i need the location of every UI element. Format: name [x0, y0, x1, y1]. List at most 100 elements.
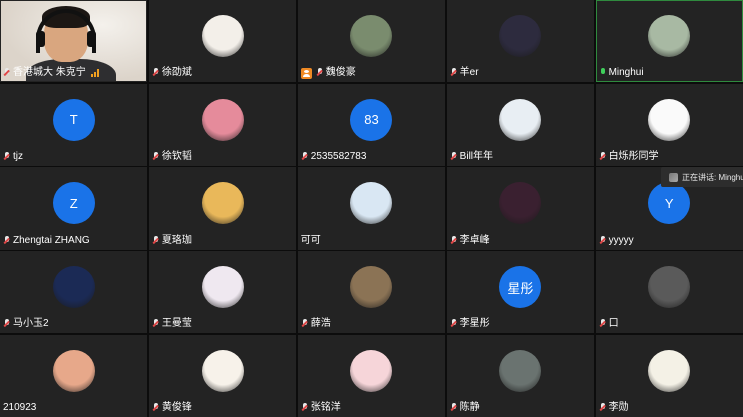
participant-name-bar: 可可 — [301, 234, 321, 248]
participant-tile[interactable]: 黄俊锋 — [148, 334, 297, 417]
participant-name: 李星彤 — [459, 318, 490, 330]
woman-cartoon-avatar — [201, 15, 244, 57]
participant-name-bar: Zhengtai ZHANG — [3, 234, 90, 248]
balloons-avatar — [52, 349, 95, 392]
participant-tile[interactable]: Minghui — [595, 0, 743, 83]
participant-name: 王曼莹 — [161, 318, 192, 330]
participant-name-bar: 210923 — [3, 401, 36, 415]
participant-name: 可可 — [300, 234, 321, 246]
letter-avatar: Z — [52, 182, 95, 225]
participant-name-bar: 徐劭斌 — [152, 66, 192, 80]
participant-name: 香港城大 朱克宁 — [13, 67, 86, 79]
letter-avatar: 星彤 — [499, 266, 542, 309]
anime-girl-avatar — [201, 182, 244, 225]
participant-tile[interactable]: Ttjz — [0, 83, 148, 166]
participant-tile[interactable]: 陈静 — [446, 334, 595, 417]
participant-name-bar: 夏珞珈 — [152, 234, 192, 248]
participant-tile[interactable]: Z Zhengtai ZHANG — [0, 167, 148, 250]
participant-name-bar: 李卓峰 — [450, 234, 490, 248]
participant-tile[interactable]: 香港城大 朱克宁 — [0, 0, 148, 83]
participant-name-bar: yyyyy — [599, 234, 634, 248]
participant-name: 李勋 — [608, 401, 629, 413]
blue-abstract-avatar — [52, 266, 95, 309]
participant-tile[interactable]: 可可 — [297, 167, 446, 250]
participant-tile[interactable]: 徐钦韬 — [148, 83, 297, 166]
participant-name: Bill年年 — [459, 150, 494, 162]
participant-name: 夏珞珈 — [161, 234, 192, 246]
participant-tile[interactable]: 星彤 李星彤 — [446, 251, 595, 334]
participant-name: tjz — [13, 150, 23, 162]
participant-name: 魏俊豪 — [325, 67, 356, 79]
cartoon-group-avatar — [350, 182, 393, 225]
microphone-muted-icon — [450, 402, 458, 413]
participant-tile[interactable]: 薛浩 — [297, 251, 446, 334]
participant-tile[interactable]: 王曼莹 — [148, 251, 297, 334]
participant-name: 黄俊锋 — [161, 401, 192, 413]
speaking-indicator[interactable]: 正在讲话: Minghu — [661, 167, 743, 187]
participant-name-bar: 王曼莹 — [152, 317, 192, 331]
dark-portrait-avatar — [499, 349, 542, 392]
person-silhouette-avatar — [499, 15, 542, 57]
participant-name: 白烁彤同学 — [608, 150, 659, 162]
letter-avatar: Y — [648, 182, 691, 225]
participant-name-bar: 魏俊豪 — [300, 66, 356, 80]
participant-name: 李卓峰 — [459, 234, 490, 246]
participant-name: 马小玉2 — [13, 318, 49, 330]
participant-name: 徐钦韬 — [161, 150, 192, 162]
participant-name: 徐劭斌 — [161, 67, 192, 79]
microphone-muted-icon — [152, 235, 160, 246]
participant-tile[interactable]: 83 2535582783 — [297, 83, 446, 166]
participant-tile[interactable]: 魏俊豪 — [297, 0, 446, 83]
pink-creature-avatar — [201, 98, 244, 141]
microphone-muted-icon — [599, 402, 607, 413]
participant-tile[interactable]: 口 — [595, 251, 743, 334]
microphone-muted-icon — [450, 235, 458, 246]
letter-avatar: T — [52, 98, 95, 141]
participant-tile[interactable]: 徐劭斌 — [148, 0, 297, 83]
microphone-muted-icon — [3, 235, 11, 246]
participant-name-bar: 马小玉2 — [3, 317, 49, 331]
microphone-muted-icon — [316, 68, 324, 78]
participant-tile[interactable]: 李勋 — [595, 334, 743, 417]
participant-name-bar: 张铭洋 — [301, 401, 341, 415]
participant-tile[interactable]: Bill年年 — [446, 83, 595, 166]
participant-name-bar: 白烁彤同学 — [599, 150, 659, 164]
participant-name-bar: 徐钦韬 — [152, 150, 192, 164]
participant-tile[interactable]: 210923 — [0, 334, 148, 417]
participant-tile[interactable]: 白烁彤同学 — [595, 83, 743, 166]
child-photo-avatar — [350, 266, 393, 309]
signal-strength-icon — [90, 69, 99, 78]
goose-photo-avatar — [648, 15, 691, 57]
participant-tile[interactable]: 羊er — [446, 0, 595, 83]
microphone-icon — [599, 68, 607, 78]
participant-tile[interactable]: 张铭洋 — [297, 334, 446, 417]
participant-name-bar: tjz — [3, 150, 23, 164]
participant-name: 陈静 — [459, 401, 480, 413]
microphone-muted-icon — [3, 319, 11, 329]
participant-tile[interactable]: 马小玉2 — [0, 251, 148, 334]
angel-cartoon-avatar — [648, 349, 691, 392]
microphone-muted-icon — [599, 151, 607, 162]
microphone-muted-icon — [152, 319, 160, 329]
microphone-muted-icon — [450, 319, 458, 329]
microphone-muted-icon — [599, 319, 607, 329]
pig-cartoon-avatar — [350, 349, 393, 392]
participant-name: Zhengtai ZHANG — [13, 234, 90, 246]
grayscale-photo-avatar — [648, 266, 691, 309]
speaker-thumbnail-icon — [669, 172, 678, 182]
participant-name: Minghui — [608, 67, 644, 79]
participant-name-bar: 羊er — [450, 66, 479, 80]
speaking-indicator-label: 正在讲话: Minghu — [682, 172, 743, 182]
participant-tile[interactable]: 夏珞珈 — [148, 167, 297, 250]
participant-name-bar: 李星彤 — [450, 317, 490, 331]
microphone-muted-icon — [152, 151, 160, 162]
microphone-muted-icon — [152, 402, 160, 413]
host-badge-icon — [300, 67, 312, 79]
participant-tile[interactable]: 李卓峰 — [446, 167, 595, 250]
microphone-muted-icon — [3, 68, 11, 78]
participant-name-bar: 陈静 — [450, 401, 480, 415]
letter-avatar: 83 — [350, 98, 393, 141]
microphone-muted-icon — [301, 402, 309, 413]
glasses-boy-avatar — [499, 98, 542, 141]
panda-photo-avatar — [350, 15, 393, 57]
